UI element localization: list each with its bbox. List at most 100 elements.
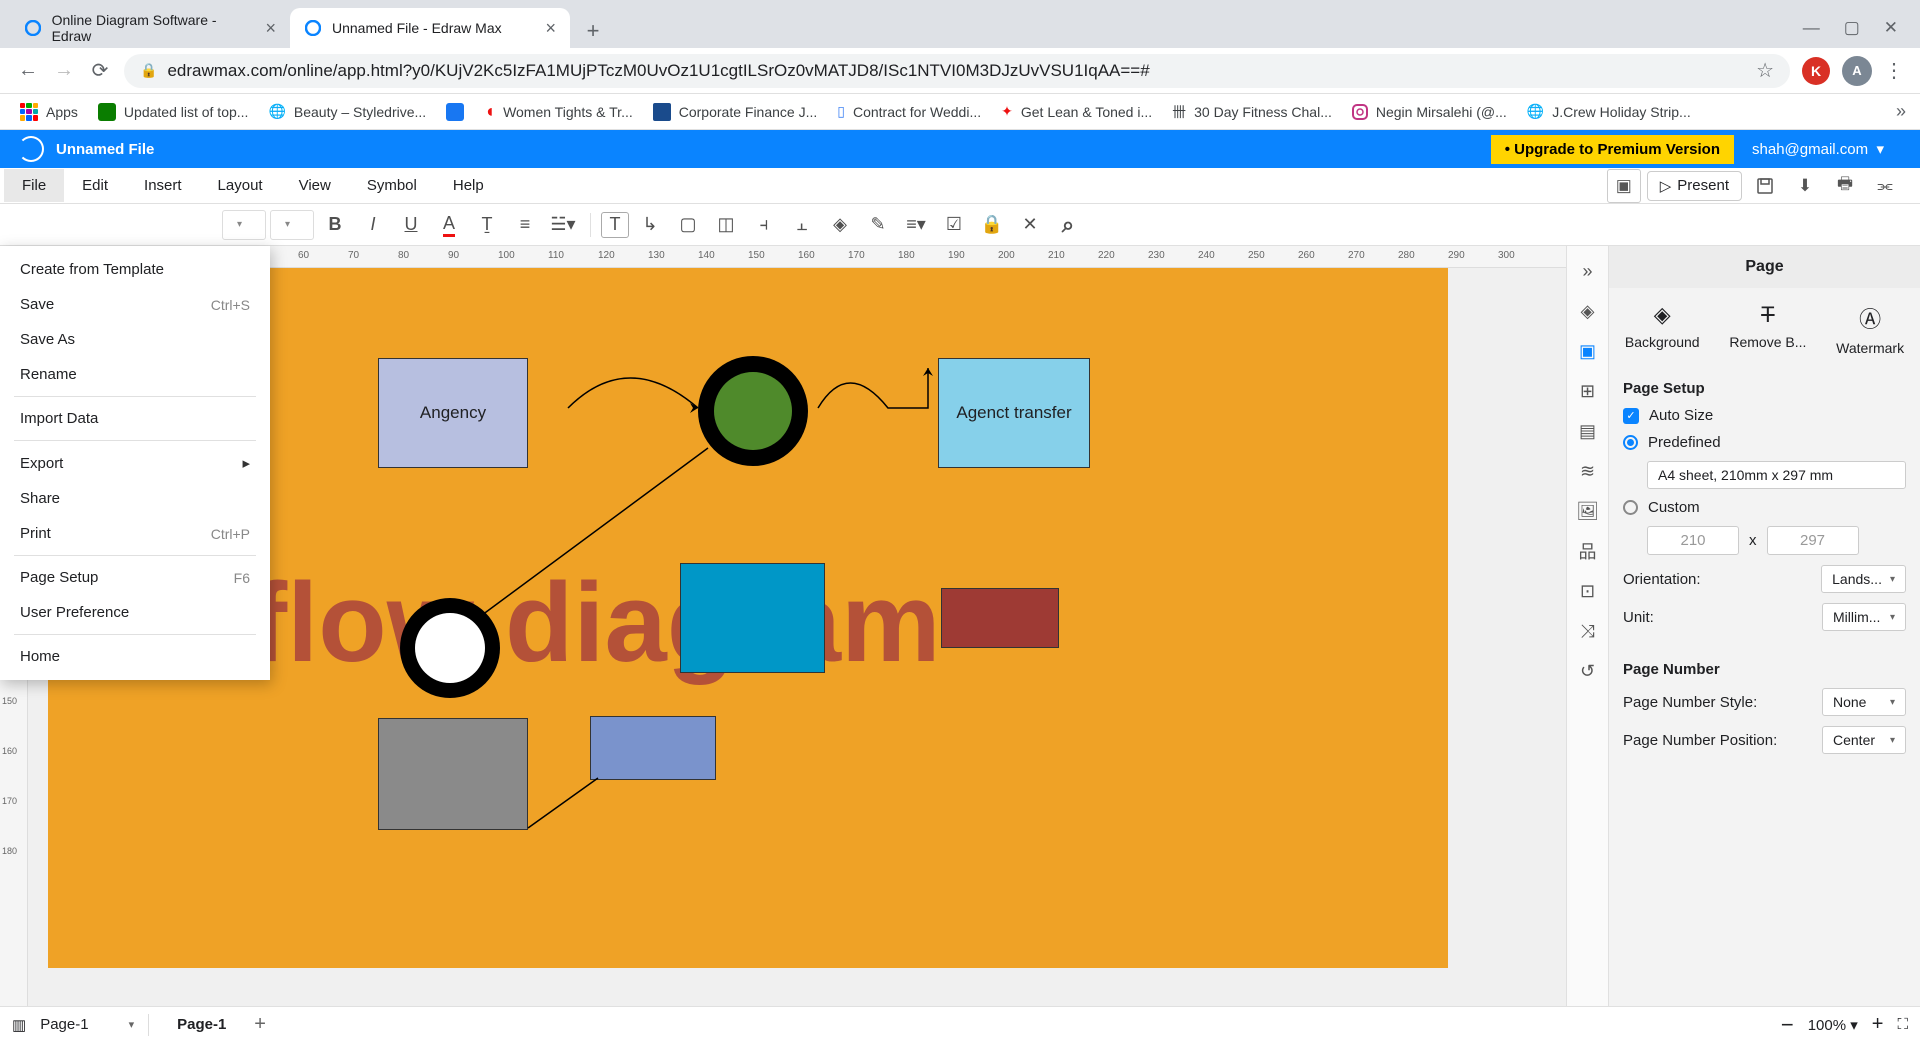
zoom-level[interactable]: 100% ▾ <box>1808 1016 1858 1034</box>
user-email[interactable]: shah@gmail.com ▾ <box>1734 140 1902 158</box>
paper-size-select[interactable]: A4 sheet, 210mm x 297 mm <box>1647 461 1906 489</box>
shape-rect-darkred[interactable] <box>941 588 1059 648</box>
font-family-select[interactable]: ▾ <box>270 210 314 240</box>
bookmark-item[interactable]: 🌐Beauty – Styledrive... <box>262 99 432 124</box>
search-icon[interactable]: ⌕ <box>1051 209 1085 241</box>
close-icon[interactable]: × <box>545 18 556 39</box>
close-icon[interactable]: × <box>265 18 276 39</box>
file-menu-item[interactable]: Rename <box>0 357 270 392</box>
fill-icon[interactable]: ◈ <box>823 209 857 241</box>
reload-button[interactable]: ⟳ <box>88 59 112 83</box>
rail-slides-icon[interactable]: ▤ <box>1573 416 1603 446</box>
rail-layers-icon[interactable]: ≋ <box>1573 456 1603 486</box>
distribute-icon[interactable]: ⫠ <box>785 209 819 241</box>
bookmark-item[interactable]: ✦Get Lean & Toned i... <box>995 99 1158 124</box>
add-page-button[interactable]: + <box>254 1013 266 1036</box>
radio-on-icon[interactable] <box>1623 435 1638 450</box>
radio-off-icon[interactable] <box>1623 500 1638 515</box>
text-height-icon[interactable]: Ṯ <box>470 209 504 241</box>
menu-file[interactable]: File <box>4 169 64 202</box>
maximize-icon[interactable]: ▢ <box>1844 18 1860 38</box>
underline-icon[interactable]: U <box>394 209 428 241</box>
file-menu-item[interactable]: User Preference <box>0 595 270 630</box>
page-selector[interactable]: Page-1▾ <box>40 1016 134 1033</box>
checkbox-icon[interactable]: ☑ <box>937 209 971 241</box>
pn-pos-select[interactable]: Center▾ <box>1822 726 1906 754</box>
file-menu-item[interactable]: Save As <box>0 322 270 357</box>
menu-symbol[interactable]: Symbol <box>349 169 435 202</box>
upgrade-premium-button[interactable]: • Upgrade to Premium Version <box>1491 135 1734 164</box>
profile-avatar[interactable]: A <box>1842 56 1872 86</box>
custom-row[interactable]: Custom <box>1623 499 1906 516</box>
rail-image-icon[interactable]: 🖼 <box>1573 496 1603 526</box>
share-icon[interactable]: ⫘ <box>1868 169 1902 203</box>
page-tab[interactable]: Page-1 <box>163 1010 240 1039</box>
font-color-icon[interactable]: A <box>432 209 466 241</box>
lock-tool-icon[interactable]: 🔒 <box>975 209 1009 241</box>
bookmark-item[interactable] <box>440 99 470 125</box>
bold-icon[interactable]: B <box>318 209 352 241</box>
connector-icon[interactable]: ↳ <box>633 209 667 241</box>
align-icon[interactable]: ≡ <box>508 209 542 241</box>
zoom-in-button[interactable]: + <box>1872 1013 1884 1036</box>
menu-view[interactable]: View <box>281 169 349 202</box>
file-menu-item[interactable]: Page SetupF6 <box>0 560 270 595</box>
font-size-select[interactable]: ▾ <box>222 210 266 240</box>
close-window-icon[interactable]: ✕ <box>1884 18 1898 38</box>
chrome-menu-icon[interactable]: ⋮ <box>1884 58 1904 83</box>
bookmark-item[interactable]: ◖Women Tights & Tr... <box>478 97 639 126</box>
predefined-row[interactable]: Predefined <box>1623 434 1906 451</box>
connector-diag2[interactable] <box>518 768 618 848</box>
auto-size-row[interactable]: ✓ Auto Size <box>1623 407 1906 424</box>
shape-circle-white[interactable] <box>400 598 500 698</box>
rail-history-icon[interactable]: ↺ <box>1573 656 1603 686</box>
bookmark-overflow-icon[interactable]: » <box>1896 101 1906 122</box>
file-menu-item[interactable]: Create from Template <box>0 252 270 287</box>
browser-tab-1[interactable]: Unnamed File - Edraw Max × <box>290 8 570 48</box>
zoom-out-button[interactable]: − <box>1781 1012 1794 1038</box>
shape-rect-transfer[interactable]: Agenct transfer <box>938 358 1090 468</box>
bookmark-item[interactable]: Updated list of top... <box>92 99 255 125</box>
line-style-icon[interactable]: ≡▾ <box>899 209 933 241</box>
file-menu-item[interactable]: Share <box>0 481 270 516</box>
checkbox-checked-icon[interactable]: ✓ <box>1623 408 1639 424</box>
app-logo-icon[interactable] <box>18 136 44 162</box>
focus-mode-icon[interactable]: ▣ <box>1607 169 1641 203</box>
pn-style-select[interactable]: None▾ <box>1822 688 1906 716</box>
tab-remove-bg[interactable]: TRemove B... <box>1729 302 1806 356</box>
italic-icon[interactable]: I <box>356 209 390 241</box>
shape-rect-gray[interactable] <box>378 718 528 830</box>
save-icon[interactable] <box>1748 169 1782 203</box>
menu-edit[interactable]: Edit <box>64 169 126 202</box>
rail-table-icon[interactable]: ⊡ <box>1573 576 1603 606</box>
line-color-icon[interactable]: ✎ <box>861 209 895 241</box>
custom-width-input[interactable]: 210 <box>1647 526 1739 555</box>
pages-icon[interactable]: ▥ <box>12 1016 26 1034</box>
file-menu-item[interactable]: PrintCtrl+P <box>0 516 270 551</box>
text-tool-icon[interactable]: T <box>601 212 629 238</box>
orientation-select[interactable]: Lands...▾ <box>1821 565 1906 593</box>
rail-grid-icon[interactable]: ⊞ <box>1573 376 1603 406</box>
tools-icon[interactable]: ✕ <box>1013 209 1047 241</box>
rail-shuffle-icon[interactable]: ⤨ <box>1573 616 1603 646</box>
print-icon[interactable]: 🖶 <box>1828 169 1862 203</box>
file-menu-item[interactable]: Home <box>0 639 270 674</box>
new-tab-button[interactable]: + <box>576 14 610 48</box>
rail-fill-icon[interactable]: ◈ <box>1573 296 1603 326</box>
bookmark-item[interactable]: 🌐J.Crew Holiday Strip... <box>1521 99 1697 124</box>
rail-expand-icon[interactable]: » <box>1573 256 1603 286</box>
tab-background[interactable]: ◈Background <box>1625 302 1700 356</box>
bookmark-star-icon[interactable]: ☆ <box>1756 58 1774 83</box>
file-menu-item[interactable]: Import Data <box>0 401 270 436</box>
bookmark-apps[interactable]: Apps <box>14 99 84 125</box>
rail-page-icon[interactable]: ▣ <box>1573 336 1603 366</box>
menu-insert[interactable]: Insert <box>126 169 200 202</box>
forward-button[interactable]: → <box>52 59 76 83</box>
unit-select[interactable]: Millim...▾ <box>1822 603 1906 631</box>
menu-help[interactable]: Help <box>435 169 502 202</box>
shape-icon[interactable]: ▢ <box>671 209 705 241</box>
browser-tab-0[interactable]: Online Diagram Software - Edraw × <box>10 8 290 48</box>
align-left-icon[interactable]: ⫞ <box>747 209 781 241</box>
back-button[interactable]: ← <box>16 59 40 83</box>
download-icon[interactable]: ⬇ <box>1788 169 1822 203</box>
